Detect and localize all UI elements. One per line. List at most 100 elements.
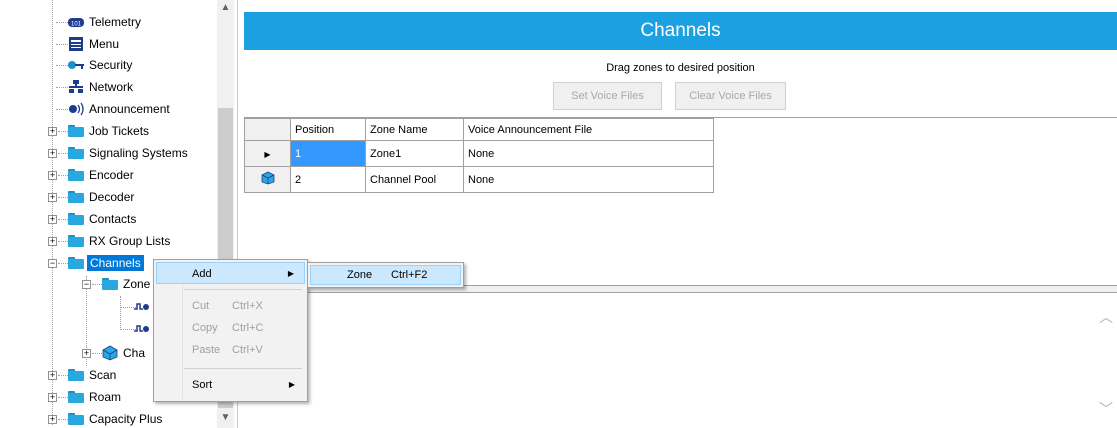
- svg-text:101: 101: [71, 21, 82, 27]
- tree-item-label: Roam: [89, 390, 122, 404]
- details-scrollbar[interactable]: ︿ ﹀: [1095, 293, 1117, 428]
- folder-icon: [68, 391, 84, 403]
- tree-item-label: Contacts: [89, 212, 137, 226]
- menu-item-sort[interactable]: Sort ▶: [156, 374, 305, 396]
- expand-icon[interactable]: +: [48, 193, 57, 202]
- tree-item-label: Cha: [123, 346, 146, 360]
- tree-item-job-tickets[interactable]: Job Tickets: [68, 121, 149, 141]
- menu-item-shortcut: Ctrl+C: [232, 322, 264, 334]
- cell-zone-name[interactable]: Channel Pool: [365, 166, 464, 193]
- key-icon: [68, 58, 84, 72]
- details-panel: [244, 293, 1117, 428]
- cell-zone-name[interactable]: Zone1: [365, 140, 464, 167]
- menu-item-label: Sort: [192, 379, 213, 391]
- table-row[interactable]: 2 Channel Pool None: [244, 166, 714, 193]
- tree-item-scan[interactable]: Scan: [68, 365, 116, 385]
- folder-icon: [68, 369, 84, 381]
- tree-item-menu[interactable]: Menu: [68, 34, 119, 54]
- tree-item-announcement[interactable]: Announcement: [68, 99, 170, 119]
- menu-item-paste[interactable]: Paste Ctrl+V: [156, 339, 305, 361]
- tree-item-encoder[interactable]: Encoder: [68, 165, 134, 185]
- tree-item-contacts[interactable]: Contacts: [68, 209, 136, 229]
- tree-item-zone[interactable]: Zone: [102, 274, 150, 294]
- tree-item-label: Signaling Systems: [89, 146, 188, 160]
- menu-item-shortcut: Ctrl+F2: [391, 269, 428, 281]
- tree-item-label: Telemetry: [89, 15, 142, 29]
- tree-item-signaling-systems[interactable]: Signaling Systems: [68, 143, 188, 163]
- chevron-up-icon[interactable]: ︿: [1099, 307, 1113, 327]
- menu-icon: [68, 37, 84, 51]
- folder-icon: [68, 213, 84, 225]
- tree-item-label: Scan: [89, 368, 117, 382]
- tree-item-network[interactable]: Network: [68, 77, 133, 97]
- menu-item-label: Paste: [192, 344, 221, 356]
- folder-icon: [102, 278, 118, 290]
- folder-icon: [68, 147, 84, 159]
- tree-item-capacity-plus[interactable]: Capacity Plus: [68, 409, 162, 428]
- set-voice-files-button[interactable]: Set Voice Files: [553, 82, 662, 110]
- zones-grid[interactable]: Position Zone Name Voice Announcement Fi…: [244, 117, 1117, 285]
- menu-item-add[interactable]: Add ▶: [156, 262, 305, 284]
- clear-voice-files-button[interactable]: Clear Voice Files: [675, 82, 786, 110]
- add-submenu[interactable]: Zone Ctrl+F2: [307, 262, 464, 288]
- menu-item-cut[interactable]: Cut Ctrl+X: [156, 295, 305, 317]
- tree-item-channel[interactable]: [134, 319, 150, 339]
- expand-icon[interactable]: +: [48, 215, 57, 224]
- folder-icon: [68, 125, 84, 137]
- expand-icon[interactable]: +: [48, 127, 57, 136]
- row-header-corner: [244, 118, 291, 141]
- expand-icon[interactable]: +: [48, 171, 57, 180]
- menu-item-label: Add: [192, 268, 212, 280]
- scroll-up-icon[interactable]: ▲: [217, 2, 234, 19]
- menu-item-add-zone[interactable]: Zone Ctrl+F2: [310, 265, 461, 285]
- tree-item-label: Job Tickets: [89, 124, 150, 138]
- scroll-down-icon[interactable]: ▼: [217, 412, 234, 428]
- menu-item-copy[interactable]: Copy Ctrl+C: [156, 317, 305, 339]
- column-header-zone-name[interactable]: Zone Name: [365, 118, 464, 141]
- expand-icon[interactable]: +: [48, 237, 57, 246]
- tree-item-telemetry[interactable]: 101 Telemetry: [68, 12, 141, 32]
- tree-item-channel-pool[interactable]: Cha: [102, 343, 145, 363]
- channel-icon: [134, 300, 150, 314]
- chevron-down-icon[interactable]: ﹀: [1099, 399, 1113, 419]
- folder-icon: [68, 169, 84, 181]
- expand-icon[interactable]: +: [82, 349, 91, 358]
- collapse-icon[interactable]: −: [82, 280, 91, 289]
- tree-item-channel[interactable]: [134, 297, 150, 317]
- announcement-icon: [68, 102, 84, 116]
- menu-item-shortcut: Ctrl+X: [232, 300, 263, 312]
- cube-icon: [102, 345, 118, 361]
- column-header-position[interactable]: Position: [290, 118, 366, 141]
- expand-icon[interactable]: +: [48, 149, 57, 158]
- expand-icon[interactable]: +: [48, 371, 57, 380]
- row-pointer-icon: ▶: [264, 149, 271, 159]
- tree-item-label: Encoder: [89, 168, 134, 182]
- tree-item-label: Decoder: [89, 190, 135, 204]
- context-menu[interactable]: Add ▶ Cut Ctrl+X Copy Ctrl+C Paste Ctrl+…: [153, 259, 308, 402]
- tree-item-roam[interactable]: Roam: [68, 387, 121, 407]
- cell-voice-file[interactable]: None: [463, 140, 714, 167]
- expand-icon[interactable]: +: [48, 393, 57, 402]
- cell-position[interactable]: 1: [290, 140, 366, 167]
- tree-item-decoder[interactable]: Decoder: [68, 187, 134, 207]
- collapse-icon[interactable]: −: [48, 259, 57, 268]
- cell-voice-file[interactable]: None: [463, 166, 714, 193]
- tree-item-label: RX Group Lists: [89, 234, 171, 248]
- row-header[interactable]: ▶: [244, 140, 291, 167]
- folder-icon: [68, 235, 84, 247]
- table-row[interactable]: ▶ 1 Zone1 None: [244, 140, 714, 167]
- column-header-voice-file[interactable]: Voice Announcement File: [463, 118, 714, 141]
- telemetry-icon: 101: [68, 15, 84, 29]
- tree-item-label: Announcement: [89, 102, 170, 116]
- submenu-arrow-icon: ▶: [287, 269, 294, 278]
- cell-position[interactable]: 2: [290, 166, 366, 193]
- row-header[interactable]: [244, 166, 291, 193]
- tree-item-security[interactable]: Security: [68, 55, 132, 75]
- tree-item-label: Capacity Plus: [89, 412, 163, 426]
- expand-icon[interactable]: +: [48, 415, 57, 424]
- folder-icon: [68, 257, 84, 269]
- tree-item-channels[interactable]: Channels: [68, 253, 144, 273]
- grid-header-row: Position Zone Name Voice Announcement Fi…: [244, 118, 714, 141]
- tree-item-rx-group-lists[interactable]: RX Group Lists: [68, 231, 170, 251]
- tree-connector: [120, 296, 121, 330]
